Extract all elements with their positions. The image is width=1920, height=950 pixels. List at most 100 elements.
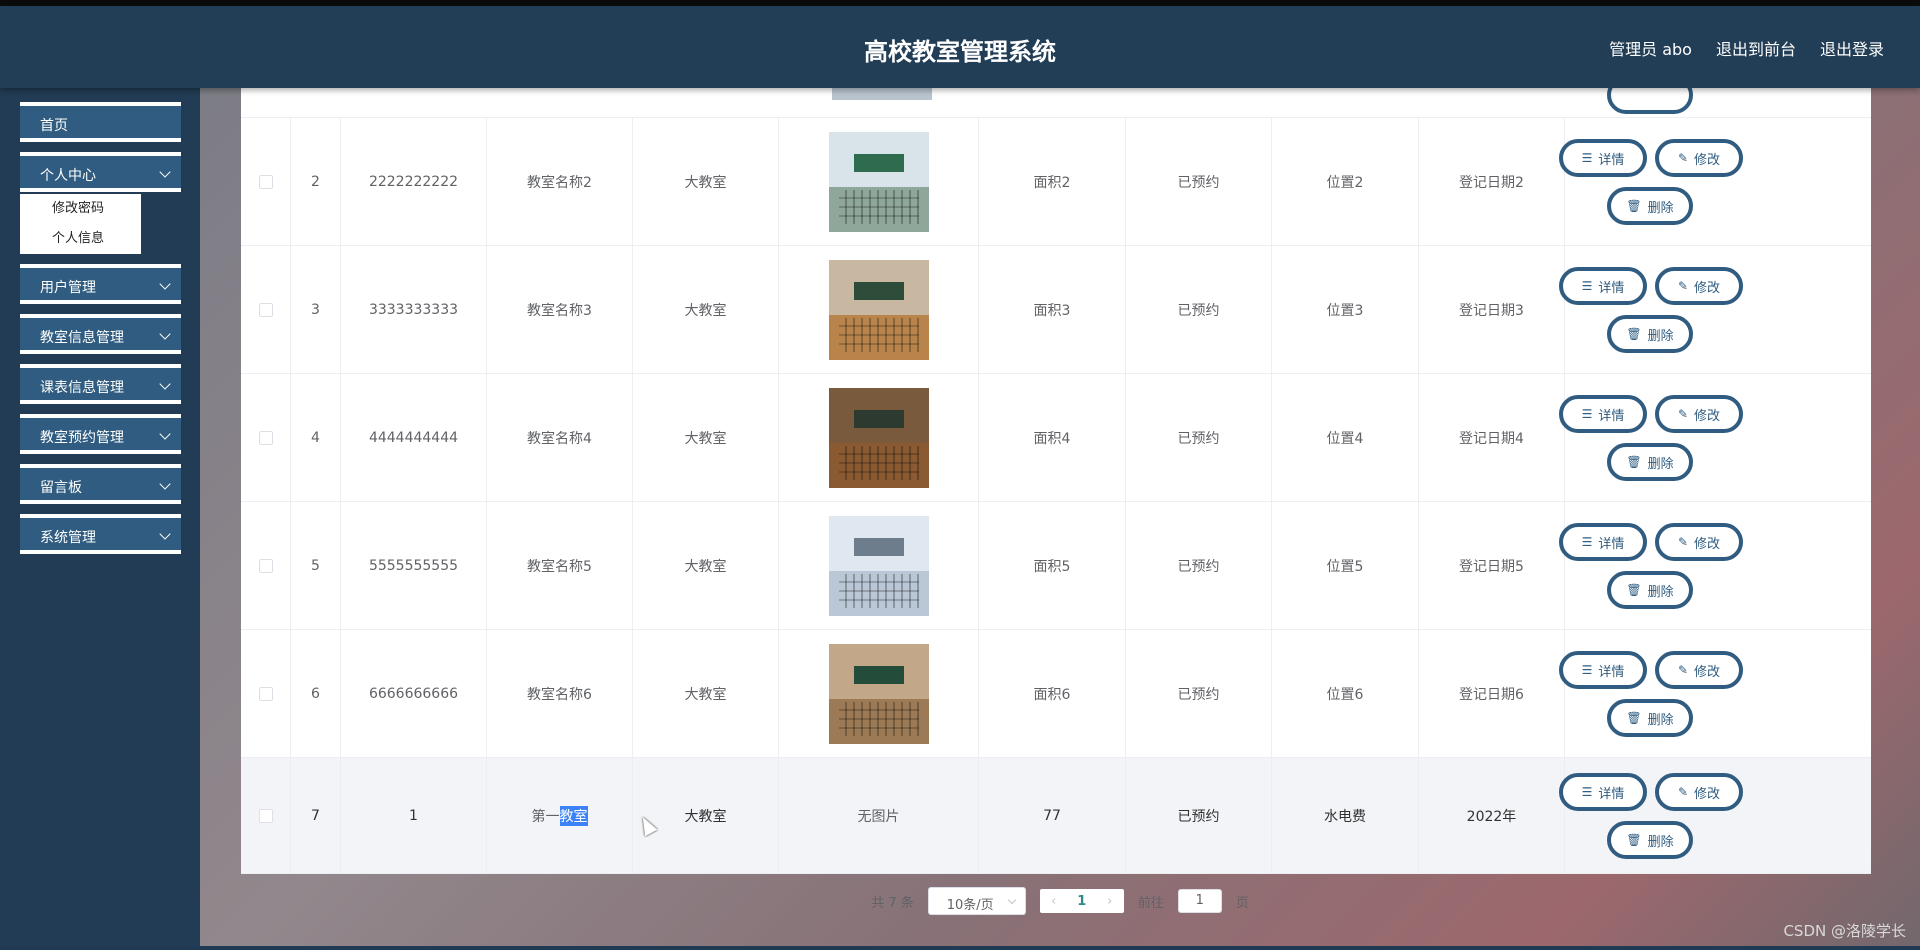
sidebar-item-messages[interactable]: 留言板: [20, 464, 181, 504]
row-checkbox[interactable]: [258, 808, 273, 823]
sidebar-item-classroom-info[interactable]: 教室信息管理: [20, 314, 181, 354]
edit-button[interactable]: ✎ 修改: [1655, 651, 1743, 689]
row-checkbox-cell: [241, 118, 291, 245]
detail-button[interactable]: ☰ 详情: [1559, 395, 1647, 433]
row-actions: ☰ 详情 ✎ 修改 🗑 删除: [1521, 246, 1870, 373]
edit-button[interactable]: ✎ 修改: [1655, 773, 1743, 811]
to-front-link[interactable]: 退出到前台: [1716, 36, 1796, 60]
detail-label: 详情: [1598, 152, 1625, 168]
detail-button[interactable]: ☰ 详情: [1559, 523, 1647, 561]
status-cell: 已预约: [1126, 246, 1272, 373]
date-text: 登记日期5: [1459, 558, 1524, 575]
delete-button[interactable]: 🗑 删除: [1607, 187, 1693, 225]
detail-button[interactable]: ☰ 详情: [1559, 651, 1647, 689]
chevron-down-icon: [1007, 895, 1016, 905]
date-text: 登记日期4: [1459, 430, 1524, 447]
name-cell: 教室名称3: [487, 246, 633, 373]
idx-cell: 2: [291, 118, 341, 245]
idx-text: 5: [311, 557, 320, 574]
area-text: 面积4: [1033, 430, 1071, 447]
detail-icon: ☰: [1581, 151, 1593, 165]
delete-button[interactable]: 🗑 删除: [1607, 571, 1693, 609]
watermark: CSDN @洛陵学长: [1783, 922, 1906, 940]
row-checkbox-cell: [241, 246, 291, 373]
current-page[interactable]: 1: [1068, 894, 1096, 909]
logout-link[interactable]: 退出登录: [1820, 36, 1884, 60]
status-cell: 已预约: [1126, 630, 1272, 757]
table-row: 4 4444444444 教室名称4 大教室 面积4 已预约 位置4 登记日期4 ☰ 详情 ✎ 修改 🗑…: [241, 374, 1871, 502]
row-checkbox[interactable]: [258, 302, 273, 317]
delete-button[interactable]: 🗑 删除: [1607, 699, 1693, 737]
area-text: 面积3: [1033, 302, 1071, 319]
next-page-icon[interactable]: ›: [1096, 894, 1124, 909]
delete-button[interactable]: [1607, 88, 1693, 114]
row-checkbox[interactable]: [258, 686, 273, 701]
delete-button[interactable]: 🗑 删除: [1607, 315, 1693, 353]
sidebar-item-personal-center[interactable]: 个人中心: [20, 152, 181, 192]
type-text: 大教室: [684, 558, 727, 575]
name-text: 教室名称5: [527, 558, 592, 575]
prev-page-icon[interactable]: ‹: [1040, 894, 1068, 909]
edit-button[interactable]: ✎ 修改: [1655, 139, 1743, 177]
sidebar: 首页 个人中心 修改密码 个人信息 用户管理 教室信息管理 课表信息管理 教室预…: [0, 88, 200, 946]
admin-label[interactable]: 管理员 abo: [1609, 36, 1692, 60]
status-cell: 已预约: [1126, 758, 1272, 873]
detail-button[interactable]: ☰ 详情: [1559, 267, 1647, 305]
detail-button[interactable]: ☰ 详情: [1559, 139, 1647, 177]
code-text: 1: [409, 807, 418, 824]
sidebar-item-booking[interactable]: 教室预约管理: [20, 414, 181, 454]
code-cell: 1: [341, 758, 487, 873]
area-cell: 面积5: [979, 502, 1126, 629]
type-cell: 大教室: [633, 758, 779, 873]
edit-button[interactable]: ✎ 修改: [1655, 523, 1743, 561]
idx-cell: 5: [291, 502, 341, 629]
submenu-change-password[interactable]: 修改密码: [20, 194, 141, 224]
row-checkbox[interactable]: [258, 174, 273, 189]
delete-label: 删除: [1647, 584, 1674, 600]
sidebar-item-system[interactable]: 系统管理: [20, 514, 181, 554]
detail-button[interactable]: ☰ 详情: [1559, 773, 1647, 811]
header-actions: 管理员 abo 退出到前台 退出登录: [1609, 36, 1884, 60]
page-size-select[interactable]: 10条/页: [927, 887, 1026, 915]
edit-icon: ✎: [1677, 785, 1689, 799]
page-buttons: ‹ 1 ›: [1039, 889, 1124, 913]
idx-text: 7: [311, 807, 320, 824]
row-checkbox[interactable]: [258, 430, 273, 445]
edit-button[interactable]: ✎ 修改: [1655, 267, 1743, 305]
sidebar-item-label: 教室预约管理: [40, 430, 124, 446]
location-text: 水电费: [1324, 808, 1366, 825]
row-checkbox-cell: [241, 758, 291, 873]
location-cell: 位置3: [1272, 246, 1419, 373]
page-size-value: 10条/页: [946, 898, 994, 913]
date-text: 2022年: [1466, 808, 1517, 825]
type-text: 大教室: [684, 430, 727, 447]
location-text: 位置2: [1326, 174, 1364, 191]
name-text: 教室名称2: [527, 174, 592, 191]
delete-button[interactable]: 🗑 删除: [1607, 821, 1693, 859]
submenu-profile[interactable]: 个人信息: [20, 224, 141, 254]
delete-icon: 🗑: [1626, 833, 1642, 847]
detail-icon: ☰: [1581, 535, 1593, 549]
sidebar-item-schedule[interactable]: 课表信息管理: [20, 364, 181, 404]
date-text: 登记日期3: [1459, 302, 1524, 319]
idx-cell: 3: [291, 246, 341, 373]
edit-icon: ✎: [1677, 279, 1689, 293]
edit-label: 修改: [1694, 408, 1721, 424]
status-cell: 已预约: [1126, 502, 1272, 629]
row-checkbox[interactable]: [258, 558, 273, 573]
image-cell: [779, 374, 979, 501]
idx-cell: 6: [291, 630, 341, 757]
delete-icon: 🗑: [1626, 455, 1642, 469]
location-text: 位置4: [1326, 430, 1364, 447]
sidebar-item-users[interactable]: 用户管理: [20, 264, 181, 304]
edit-button[interactable]: ✎ 修改: [1655, 395, 1743, 433]
goto-page-input[interactable]: 1: [1177, 889, 1222, 913]
no-image-text: 无图片: [857, 808, 900, 825]
sidebar-item-home[interactable]: 首页: [20, 102, 181, 142]
status-text: 已预约: [1177, 808, 1220, 825]
chevron-down-icon: [159, 428, 171, 440]
delete-button[interactable]: 🗑 删除: [1607, 443, 1693, 481]
edit-label: 修改: [1694, 280, 1721, 296]
chevron-down-icon: [159, 528, 171, 540]
area-cell: 面积2: [979, 118, 1126, 245]
